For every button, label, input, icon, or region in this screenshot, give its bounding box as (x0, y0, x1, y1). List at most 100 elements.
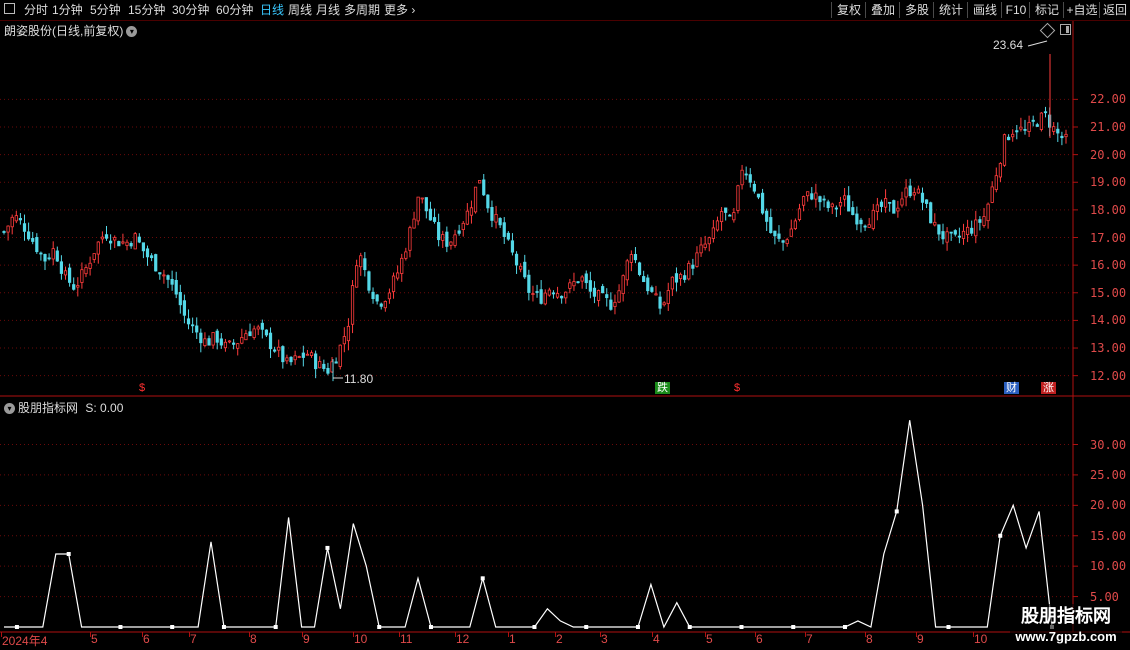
indicator-tick-label: 15.00 (1090, 528, 1127, 543)
candle-body (88, 262, 92, 269)
candle-body (539, 289, 543, 304)
indicator-point (170, 625, 175, 629)
candle-body (740, 169, 744, 186)
candle-body (797, 208, 802, 220)
indicator-tick-label: 10.00 (1090, 559, 1127, 574)
watermark: 股朋指标网 www.7gpzb.com (1010, 604, 1122, 646)
candle-body (1023, 129, 1027, 131)
candle-body (437, 222, 441, 241)
candle-body (543, 292, 547, 305)
candle-body (982, 216, 986, 226)
indicator-point (273, 625, 278, 629)
candle-body (297, 356, 301, 358)
x-tick (600, 632, 601, 637)
x-tick (805, 632, 806, 637)
candle-body (461, 222, 465, 230)
indicator-panel-title: ▾ 股朋指标网 S: 0.00 (4, 399, 123, 416)
candle-body (683, 275, 687, 280)
x-tick-label: 10 (974, 632, 988, 646)
x-tick (508, 632, 509, 637)
indicator-tick-label: 20.00 (1090, 498, 1127, 513)
candle-body (769, 217, 773, 233)
candle-body (441, 234, 445, 241)
event-marker[interactable]: 涨 (1041, 382, 1056, 394)
candle-body (859, 219, 863, 225)
candle-body (248, 331, 252, 337)
candle-body (215, 330, 219, 343)
price-tick-label: 13.00 (1090, 341, 1127, 356)
candle-body (851, 207, 855, 216)
candle-body (1039, 112, 1043, 130)
candle-body (285, 357, 289, 362)
candle-body (637, 262, 642, 275)
candle-body (273, 349, 277, 352)
indicator-point (894, 509, 899, 514)
candle-body (1006, 136, 1011, 141)
price-tick-label: 20.00 (1090, 147, 1127, 162)
x-tick (973, 632, 974, 637)
price-tick-label: 17.00 (1090, 230, 1127, 245)
indicator-point (946, 625, 951, 629)
candle-body (514, 253, 519, 266)
candle-body (781, 240, 785, 243)
candle-body (576, 281, 580, 284)
candle-body (687, 263, 691, 280)
x-tick (1, 632, 2, 637)
candle-body (182, 300, 187, 316)
candle-body (523, 261, 527, 278)
candle-body (199, 332, 203, 344)
candle-body (572, 281, 576, 287)
candle-body (43, 253, 47, 262)
candle-body (974, 219, 978, 237)
candle-body (1043, 111, 1048, 114)
candle-body (47, 257, 51, 260)
candle-body (826, 201, 830, 209)
candle-body (957, 235, 961, 238)
indicator-series (4, 420, 1054, 629)
candle-body (350, 285, 355, 325)
candle-body (490, 206, 494, 221)
candle-body (863, 225, 867, 228)
candle-body (789, 228, 793, 237)
candle-body (613, 301, 617, 307)
candle-body (277, 346, 281, 351)
candle-body (719, 211, 724, 223)
candle-body (642, 276, 646, 283)
chart-canvas[interactable] (0, 0, 1130, 650)
candle-body (904, 187, 908, 198)
x-tick-label: 6 (143, 632, 150, 646)
candle-body (293, 355, 297, 361)
x-tick (353, 632, 354, 637)
candle-body (158, 272, 162, 275)
chevron-down-icon[interactable]: ▾ (4, 403, 15, 415)
x-tick-label: 12 (456, 632, 470, 646)
candle-body (773, 230, 777, 237)
candle-body (961, 230, 966, 239)
candle-body (662, 302, 666, 306)
event-marker[interactable]: $ (732, 382, 743, 394)
candle-body (445, 231, 449, 247)
low-price-label: 11.80 (344, 372, 374, 386)
candle-body (309, 352, 314, 356)
indicator-point (66, 552, 71, 556)
candle-body (133, 233, 137, 250)
event-marker[interactable]: $ (137, 382, 148, 394)
candle-body (408, 227, 412, 251)
high-price-label: 23.64 (993, 38, 1024, 52)
indicator-value: S: 0.00 (85, 401, 124, 415)
candle-body (137, 236, 141, 243)
candle-body (584, 273, 588, 284)
candle-body (814, 192, 818, 200)
candle-body (920, 192, 925, 203)
candle-body (195, 325, 199, 333)
candle-body (27, 231, 31, 240)
candle-body (166, 275, 170, 280)
candle-body (838, 202, 843, 207)
candle-body (900, 198, 904, 206)
event-marker[interactable]: 财 (1004, 382, 1019, 394)
event-marker[interactable]: 跌 (655, 382, 670, 394)
candle-body (883, 198, 888, 208)
candle-body (104, 234, 109, 239)
candle-body (605, 294, 609, 299)
price-tick-label: 12.00 (1090, 368, 1127, 383)
